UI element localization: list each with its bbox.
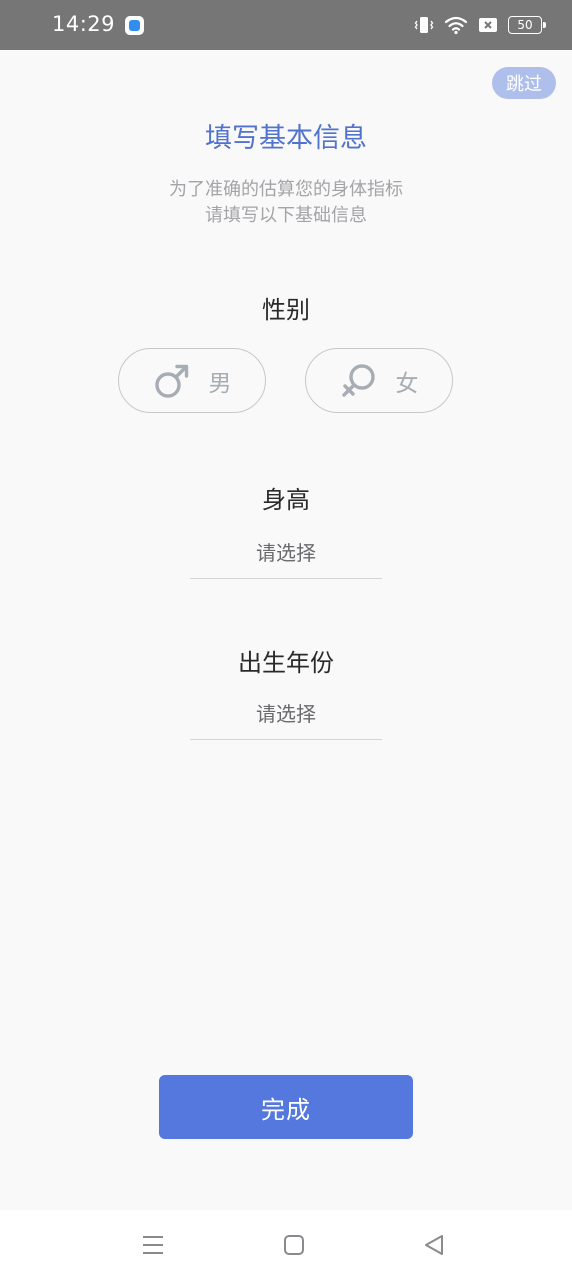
birth-year-label: 出生年份 xyxy=(238,649,334,677)
page-title: 填写基本信息 xyxy=(205,123,367,154)
status-bar: 14:29 50 xyxy=(0,0,572,50)
status-icons: 50 xyxy=(414,12,546,38)
battery-level: 50 xyxy=(517,18,533,32)
subtitle-line-2: 请填写以下基础信息 xyxy=(205,205,367,226)
status-time: 14:29 xyxy=(52,12,116,36)
birth-year-select[interactable]: 请选择 xyxy=(190,698,382,740)
wifi-icon xyxy=(444,16,468,35)
navigation-bar xyxy=(0,1210,572,1280)
gender-label: 性别 xyxy=(262,296,310,324)
vibrate-icon xyxy=(414,17,434,33)
gender-female-label: 女 xyxy=(395,370,419,397)
height-label: 身高 xyxy=(262,486,310,514)
done-button[interactable]: 完成 xyxy=(159,1075,413,1139)
app-notification-icon xyxy=(125,16,144,35)
no-sim-icon xyxy=(479,18,497,32)
menu-lines-icon[interactable] xyxy=(140,1232,166,1258)
gender-male-label: 男 xyxy=(208,370,232,397)
square-home-icon[interactable] xyxy=(281,1232,307,1258)
female-symbol-icon xyxy=(341,363,375,397)
male-symbol-icon xyxy=(154,364,188,398)
height-select[interactable]: 请选择 xyxy=(190,537,382,579)
gender-male-button[interactable]: 男 xyxy=(118,348,266,413)
battery-icon: 50 xyxy=(508,16,546,34)
subtitle-line-1: 为了准确的估算您的身体指标 xyxy=(169,179,403,200)
gender-female-button[interactable]: 女 xyxy=(305,348,453,413)
skip-button[interactable]: 跳过 xyxy=(492,67,556,99)
triangle-back-icon[interactable] xyxy=(421,1232,447,1258)
